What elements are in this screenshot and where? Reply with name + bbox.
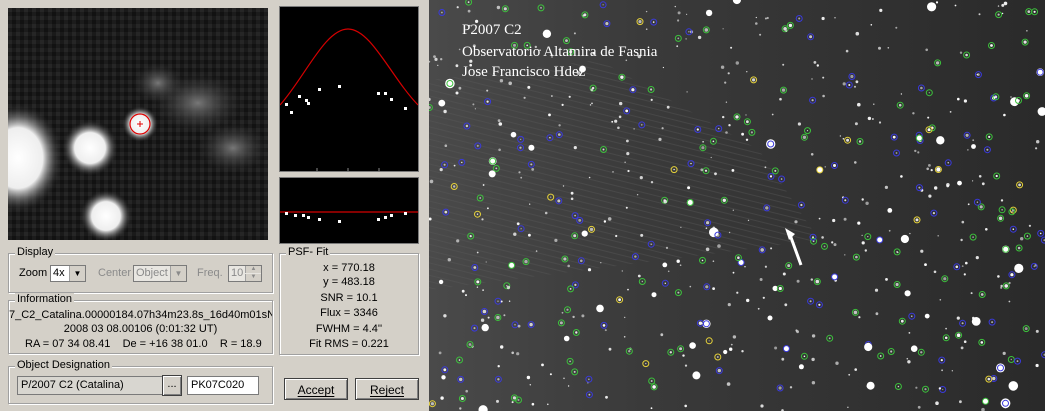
psf-fwhm: FWHM = 4.4'' [315,323,383,335]
reject-label: Reject [369,383,404,397]
center-value: Object [136,267,168,279]
designation-legend: Object Designation [15,359,112,371]
sky-caption-object: P2007 C2 [462,22,522,38]
information-legend: Information [15,293,75,305]
coordinates-line: RA = 07 34 08.41 De = +16 38 01.0 R = 18… [25,338,262,350]
chevron-down-icon[interactable]: ▼ [69,266,85,281]
r-value: R = 18.9 [219,338,262,350]
freq-value: 10 [231,267,244,279]
spin-down-icon[interactable]: ▼ [245,274,261,281]
psf-flux: Flux = 3346 [320,307,378,319]
center-label: Center [98,267,132,279]
designation-name-field[interactable]: P/2007 C2 (Catalina) [17,376,163,395]
object-designation-group: Object Designation P/2007 C2 (Catalina) … [8,359,273,404]
psf-rms: Fit RMS = 0.221 [309,338,389,350]
sky-image: P2007 C2 Observatorio Altamira de Fasnia… [429,0,1045,411]
accept-label: Accept [297,383,335,397]
de-value: De = +16 38 01.0 [122,338,208,350]
psf-profile-plot [279,6,419,172]
psf-residual-plot [279,177,419,244]
zoom-select[interactable]: 4x ▼ [50,265,86,282]
freq-spinner[interactable]: 10 ▲ ▼ [228,265,262,282]
freq-label: Freq. [197,267,223,279]
center-select[interactable]: Object ▼ [133,265,187,282]
information-group: Information 7_C2_Catalina.00000184.07h34… [8,293,273,354]
display-group: Display Zoom 4x ▼ Center Object ▼ Freq. … [8,246,273,293]
psf-y: y = 483.18 [323,276,375,288]
reject-button[interactable]: Reject [355,378,419,400]
zoom-value: 4x [53,267,65,279]
display-legend: Display [15,246,56,258]
psf-legend: PSF- Fit [286,246,331,258]
observation-time: 2008 03 08.00106 (0:01:32 UT) [63,323,218,335]
spin-up-icon[interactable]: ▲ [245,266,261,273]
sky-caption-observer: Jose Francisco Hdez [462,64,586,80]
psf-x: x = 770.18 [323,262,375,274]
zoomed-image-view[interactable] [8,8,268,240]
sky-caption-observatory: Observatorio Altamira de Fasnia [462,44,658,60]
chevron-down-icon[interactable]: ▼ [170,266,186,281]
ellipsis-icon: ... [167,378,177,390]
star-field [429,0,1045,411]
psf-fit-group: PSF- Fit x = 770.18 y = 483.18 SNR = 10.… [279,246,419,355]
psf-snr: SNR = 10.1 [320,292,378,304]
zoom-label: Zoom [19,267,48,279]
ra-value: RA = 07 34 08.41 [25,338,111,350]
image-filename: 7_C2_Catalina.00000184.07h34m23.8s_16d40… [9,309,272,321]
browse-button[interactable]: ... [162,375,182,396]
designation-code-field[interactable]: PK07C020 [187,376,259,395]
accept-button[interactable]: Accept [284,378,348,400]
